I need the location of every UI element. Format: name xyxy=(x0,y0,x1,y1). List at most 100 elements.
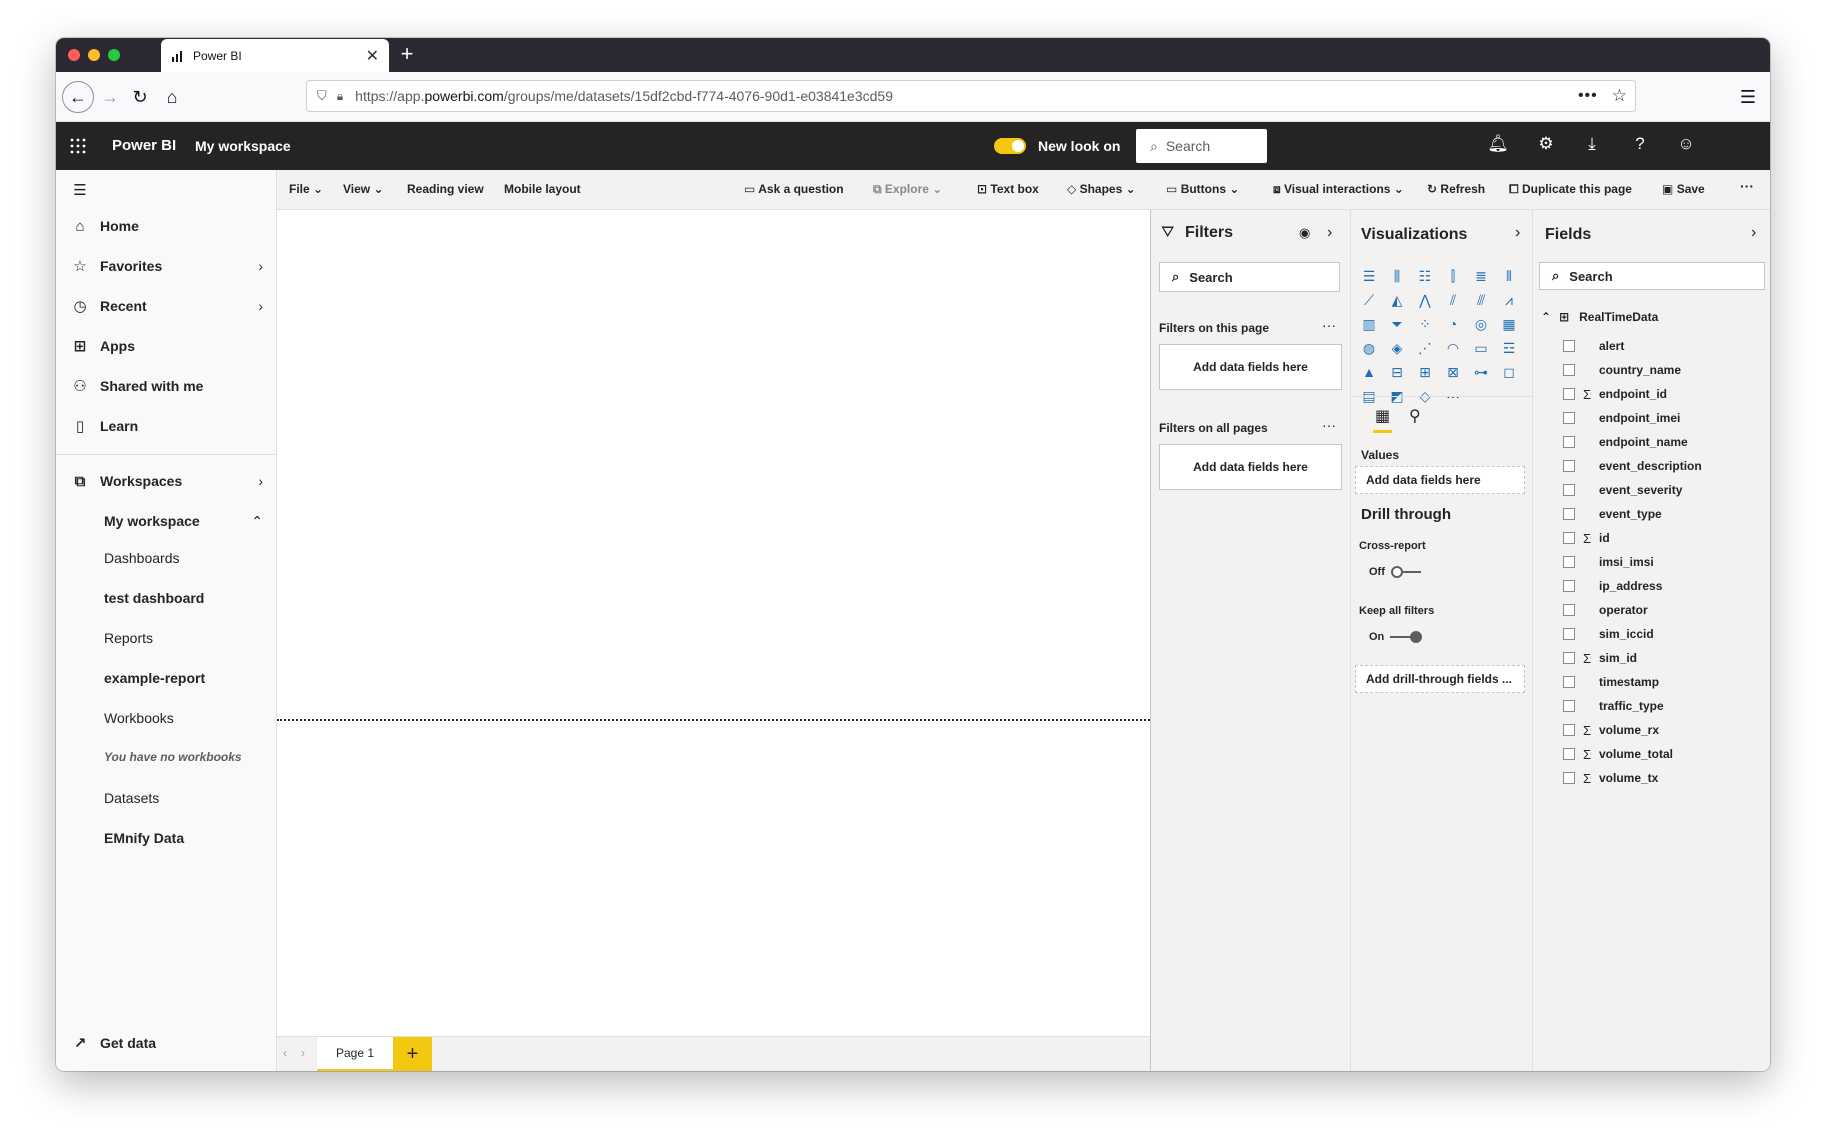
file-menu[interactable]: File ⌄ xyxy=(289,182,323,196)
nav-datasets[interactable]: Datasets xyxy=(104,790,159,806)
nav-favorites[interactable]: ☆ Favorites › xyxy=(56,248,277,284)
clustered-bar-chart-icon[interactable]: ☷ xyxy=(1415,266,1435,286)
add-page-button[interactable]: + xyxy=(393,1037,432,1071)
stacked-area-chart-icon[interactable]: ⋀ xyxy=(1415,290,1435,310)
table-icon[interactable]: ⊞ xyxy=(1415,362,1435,382)
page-tab-1[interactable]: Page 1 xyxy=(317,1037,393,1071)
field-checkbox[interactable] xyxy=(1563,628,1575,640)
matrix-icon[interactable]: ⊠ xyxy=(1443,362,1463,382)
header-search-input[interactable]: ⌕ Search xyxy=(1136,129,1267,163)
shapes-menu[interactable]: ◇ Shapes ⌄ xyxy=(1067,182,1136,196)
field-checkbox[interactable] xyxy=(1563,652,1575,664)
filters-search-input[interactable]: ⌕ Search xyxy=(1159,262,1340,292)
donut-chart-icon[interactable]: ◎ xyxy=(1471,314,1491,334)
nav-recent[interactable]: ◷ Recent › xyxy=(56,288,277,324)
buttons-menu[interactable]: ▭ Buttons ⌄ xyxy=(1166,182,1239,196)
field-row[interactable]: sim_iccid xyxy=(1563,624,1654,644)
ask-question-button[interactable]: ▭ Ask a question xyxy=(744,182,844,196)
field-checkbox[interactable] xyxy=(1563,364,1575,376)
field-checkbox[interactable] xyxy=(1563,580,1575,592)
forward-button[interactable]: → xyxy=(94,81,126,113)
stacked-column-chart-icon[interactable]: ⫼ xyxy=(1387,266,1407,286)
field-row[interactable]: event_description xyxy=(1563,456,1702,476)
scroll-left-icon[interactable]: ‹ xyxy=(283,1046,287,1060)
field-row[interactable]: endpoint_name xyxy=(1563,432,1688,452)
100-stacked-bar-chart-icon[interactable]: ≣ xyxy=(1471,266,1491,286)
field-row[interactable]: Σsim_id xyxy=(1563,648,1637,668)
slicer-icon[interactable]: ⊟ xyxy=(1387,362,1407,382)
nav-home[interactable]: ⌂ Home xyxy=(56,208,277,244)
ribbon-chart-icon[interactable]: ⩘ xyxy=(1499,290,1519,310)
nav-get-data[interactable]: ↗ Get data xyxy=(56,1025,277,1061)
field-row[interactable]: endpoint_imei xyxy=(1563,408,1680,428)
field-checkbox[interactable] xyxy=(1563,340,1575,352)
field-checkbox[interactable] xyxy=(1563,532,1575,544)
area-chart-icon[interactable]: ◭ xyxy=(1387,290,1407,310)
more-toolbar-icon[interactable]: ··· xyxy=(1740,178,1754,194)
field-checkbox[interactable] xyxy=(1563,604,1575,616)
chevron-right-icon[interactable]: › xyxy=(258,473,263,489)
field-checkbox[interactable] xyxy=(1563,676,1575,688)
pie-chart-icon[interactable]: ◔ xyxy=(1443,314,1463,334)
field-row[interactable]: timestamp xyxy=(1563,672,1659,692)
table-realtimedata[interactable]: ⌃ ⊞ RealTimeData xyxy=(1541,310,1658,324)
line-chart-icon[interactable]: ⟋ xyxy=(1359,290,1379,310)
nav-workspaces[interactable]: ⧉ Workspaces › xyxy=(56,463,277,499)
gauge-icon[interactable]: ◠ xyxy=(1443,338,1463,358)
nav-test-dashboard[interactable]: test dashboard xyxy=(104,590,204,606)
nav-learn[interactable]: ▯ Learn xyxy=(56,408,277,444)
nav-dashboards[interactable]: Dashboards xyxy=(104,550,180,566)
field-row[interactable]: imsi_imsi xyxy=(1563,552,1654,572)
format-paintbrush-icon[interactable]: ⚲ xyxy=(1409,406,1421,426)
hamburger-icon[interactable]: ☰ xyxy=(60,181,100,199)
values-well[interactable]: Add data fields here xyxy=(1355,466,1525,494)
field-row[interactable]: Σvolume_rx xyxy=(1563,720,1659,740)
field-row[interactable]: Σid xyxy=(1563,528,1610,548)
field-checkbox[interactable] xyxy=(1563,700,1575,712)
scroll-right-icon[interactable]: › xyxy=(301,1046,305,1060)
chevron-right-icon[interactable]: › xyxy=(1515,224,1520,242)
refresh-button[interactable]: ↻ Refresh xyxy=(1427,182,1485,196)
chevron-up-icon[interactable]: ⌃ xyxy=(251,513,263,530)
100-stacked-column-chart-icon[interactable]: ⦀ xyxy=(1499,266,1519,286)
line-clustered-column-icon[interactable]: ⫽ xyxy=(1443,290,1463,310)
filled-map-icon[interactable]: ◈ xyxy=(1387,338,1407,358)
nav-apps[interactable]: ⊞ Apps xyxy=(56,328,277,364)
field-row[interactable]: event_type xyxy=(1563,504,1662,524)
chevron-right-icon[interactable]: › xyxy=(258,298,263,314)
stacked-bar-chart-icon[interactable]: ☰ xyxy=(1359,266,1379,286)
mobile-layout-button[interactable]: Mobile layout xyxy=(504,182,581,196)
filters-all-pages-well[interactable]: Add data fields here xyxy=(1159,444,1342,490)
back-button[interactable]: ← xyxy=(62,81,94,113)
field-row[interactable]: Σvolume_tx xyxy=(1563,768,1658,788)
field-checkbox[interactable] xyxy=(1563,436,1575,448)
nav-example-report[interactable]: example-report xyxy=(104,670,205,686)
field-checkbox[interactable] xyxy=(1563,388,1575,400)
app-launcher-icon[interactable] xyxy=(70,138,86,154)
download-icon[interactable]: ⤓ xyxy=(1580,134,1604,158)
field-row[interactable]: event_severity xyxy=(1563,480,1682,500)
multi-row-card-icon[interactable]: ☲ xyxy=(1499,338,1519,358)
card-icon[interactable]: ▭ xyxy=(1471,338,1491,358)
minimize-window-icon[interactable] xyxy=(88,49,100,61)
funnel-chart-icon[interactable]: ⏷ xyxy=(1387,314,1407,334)
drill-through-well[interactable]: Add drill-through fields ... xyxy=(1355,665,1525,693)
nav-collapse[interactable]: ☰ xyxy=(56,172,277,208)
more-icon[interactable]: ··· xyxy=(1322,317,1336,333)
fields-search-input[interactable]: ⌕ Search xyxy=(1539,262,1765,290)
shield-icon[interactable]: ⛉ xyxy=(317,88,327,104)
close-window-icon[interactable] xyxy=(68,49,80,61)
bell-icon[interactable]: 🔔︎ xyxy=(1486,134,1510,158)
reload-button[interactable]: ↻ xyxy=(124,81,156,113)
help-icon[interactable]: ? xyxy=(1628,134,1652,158)
home-button[interactable]: ⌂ xyxy=(156,81,188,113)
eye-icon[interactable]: ◉ xyxy=(1299,225,1310,241)
field-checkbox[interactable] xyxy=(1563,748,1575,760)
waterfall-chart-icon[interactable]: ▥ xyxy=(1359,314,1379,334)
lock-icon[interactable]: 🔒︎ xyxy=(337,89,343,104)
field-checkbox[interactable] xyxy=(1563,724,1575,736)
field-checkbox[interactable] xyxy=(1563,484,1575,496)
more-options-icon[interactable]: ••• xyxy=(1578,87,1598,105)
decomposition-tree-icon[interactable]: ⊶ xyxy=(1471,362,1491,382)
report-canvas[interactable] xyxy=(277,210,1150,1026)
